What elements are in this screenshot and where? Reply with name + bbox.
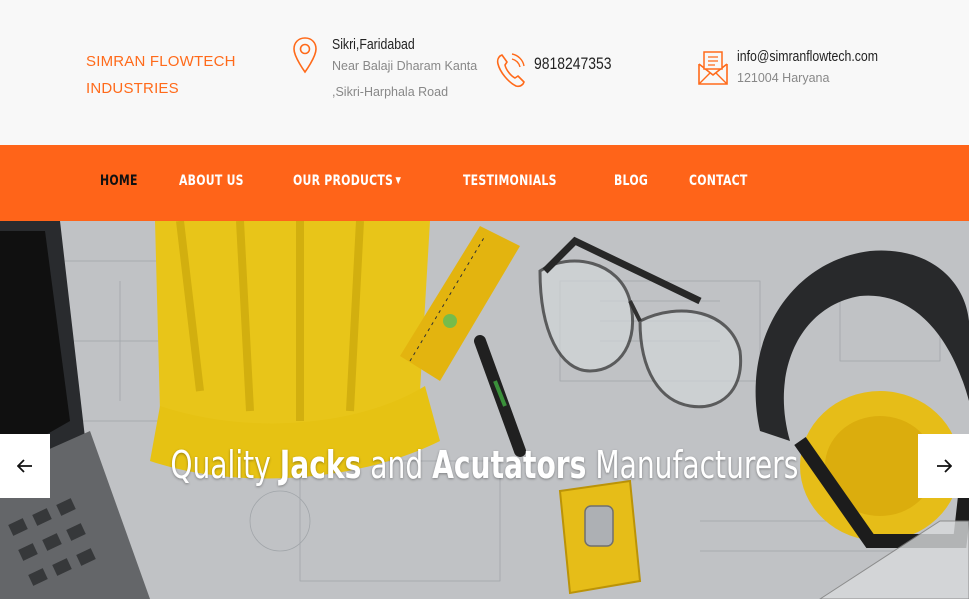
nav-item-testimonials[interactable]: TESTIMONIALS [463, 173, 557, 189]
address-info: Sikri,Faridabad Near Balaji Dharam Kanta… [292, 36, 477, 105]
hero-slider: Quality Jacks and Acutators Manufacturer… [0, 221, 969, 599]
nav-item-our-products[interactable]: OUR PRODUCTS ▼ [293, 173, 401, 189]
brand-line-2: INDUSTRIES [86, 80, 179, 97]
caret-down-icon: ▼ [395, 176, 402, 186]
caption-word-quality: Quality [170, 443, 271, 487]
mail-icon [698, 51, 728, 85]
caption-word-jacks: Jacks [279, 443, 362, 487]
header-top-bar: SIMRAN FLOWTECH INDUSTRIES Sikri,Faridab… [0, 0, 969, 145]
caption-word-acutators: Acutators [432, 443, 587, 487]
hero-background-image [0, 221, 969, 599]
email-sub-line: 121004 Haryana [737, 71, 830, 85]
address-line-1: Near Balaji Dharam Kanta [332, 59, 478, 73]
brand-line-1: SIMRAN FLOWTECH [86, 53, 236, 70]
caption-word-manufacturers: Manufacturers [595, 443, 799, 487]
arrow-left-icon [17, 459, 32, 473]
address-title: Sikri,Faridabad [332, 36, 415, 53]
slider-prev-button[interactable] [0, 434, 50, 498]
phone-info: 9818247353 [494, 50, 629, 90]
slider-next-button[interactable] [918, 434, 969, 498]
hero-caption: Quality Jacks and Acutators Manufacturer… [0, 443, 969, 487]
phone-number[interactable]: 9818247353 [534, 54, 612, 90]
nav-item-contact[interactable]: CONTACT [689, 173, 748, 189]
location-pin-icon [293, 37, 317, 74]
email-address[interactable]: info@simranflowtech.com [737, 48, 878, 65]
brand-logo-text[interactable]: SIMRAN FLOWTECH INDUSTRIES [86, 48, 246, 102]
address-line-2: ,Sikri-Harphala Road [332, 85, 449, 99]
nav-item-home[interactable]: HOME [100, 173, 138, 189]
nav-item-blog[interactable]: BLOG [614, 173, 648, 189]
email-info: info@simranflowtech.com 121004 Haryana [697, 48, 909, 91]
arrow-right-icon [936, 459, 952, 473]
main-nav: HOME ABOUT US OUR PRODUCTS ▼ TESTIMONIALS… [0, 145, 969, 221]
caption-word-and: and [370, 443, 424, 487]
nav-item-about-us[interactable]: ABOUT US [179, 173, 244, 189]
phone-icon [496, 53, 525, 88]
